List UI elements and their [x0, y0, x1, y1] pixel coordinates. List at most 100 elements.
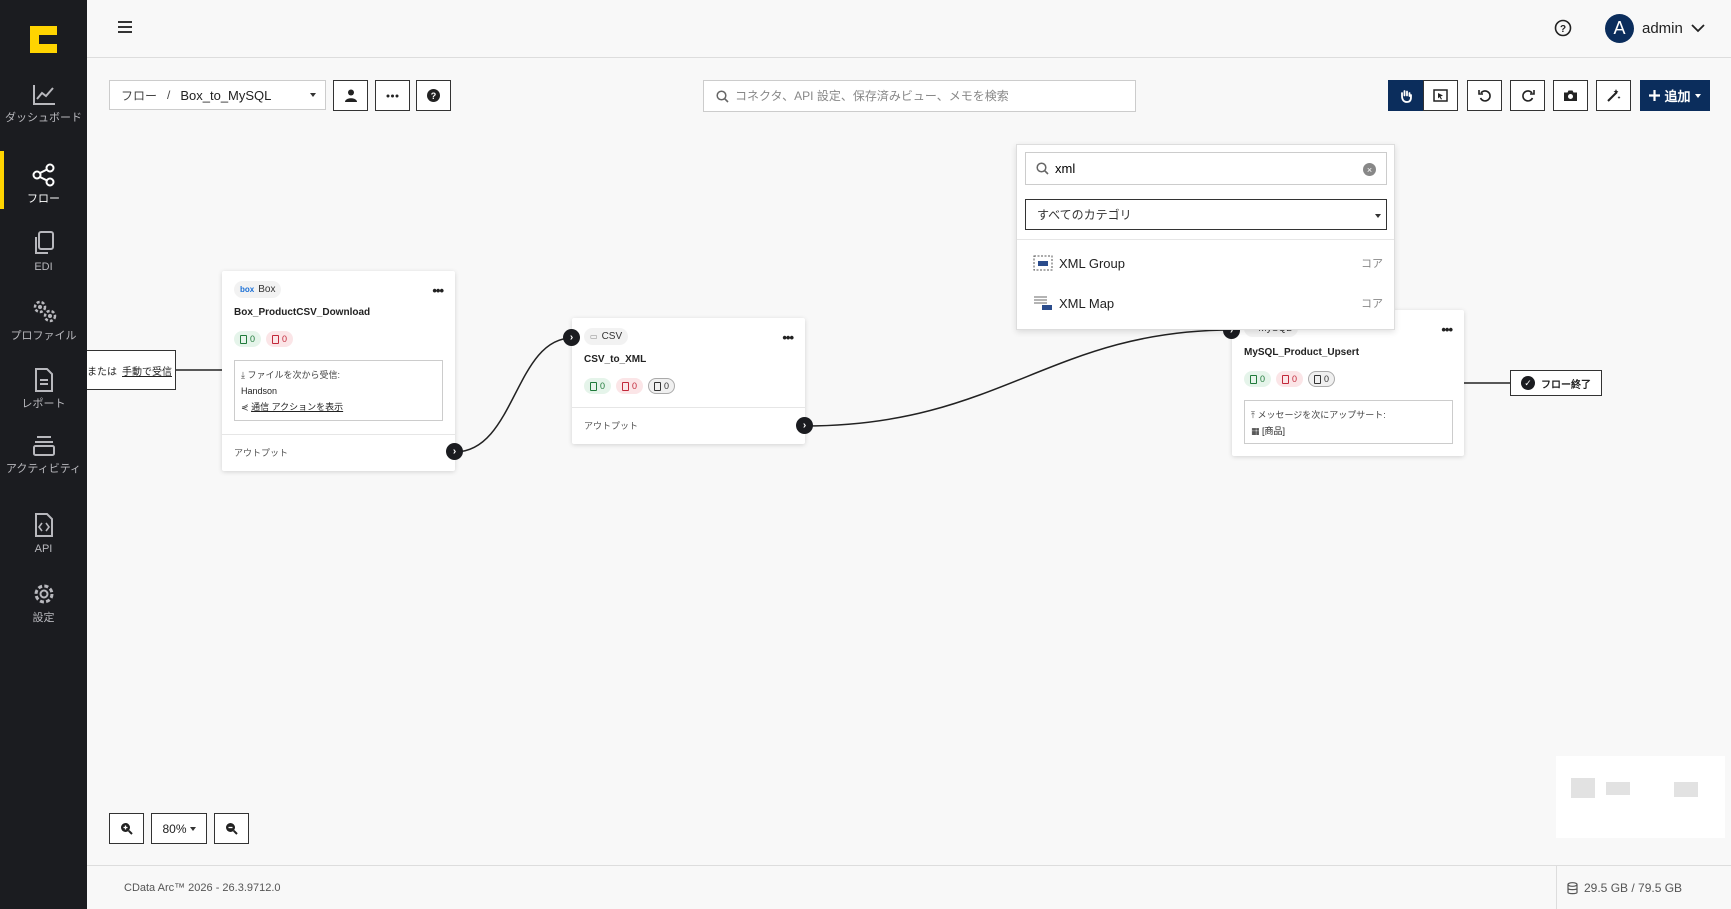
- connector-search-dropdown: × すべてのカテゴリ XML Group コア XML Map コア: [1016, 144, 1395, 330]
- share-nodes-icon: [32, 163, 54, 187]
- select-mode-button[interactable]: [1423, 80, 1458, 111]
- redo-button[interactable]: [1510, 80, 1545, 111]
- zoom-in-button[interactable]: [109, 813, 144, 844]
- zoom-out-button[interactable]: [214, 813, 249, 844]
- node-title: CSV_to_XML: [584, 354, 647, 365]
- category-select-value: すべてのカテゴリ: [1037, 208, 1132, 222]
- flow-search-box: [703, 80, 1136, 112]
- sidebar-item-flow[interactable]: フロー: [0, 151, 87, 209]
- output-port-icon[interactable]: ›: [446, 443, 463, 460]
- avatar: A: [1605, 14, 1634, 43]
- info-line-2: Handson: [241, 386, 278, 396]
- success-count-badge[interactable]: 0: [584, 378, 611, 394]
- output-label: アウトプット: [234, 448, 289, 458]
- error-count-badge[interactable]: 0: [266, 331, 293, 347]
- flow-end-label: フロー終了: [1541, 379, 1591, 391]
- gears-icon: [33, 300, 56, 323]
- upload-icon-line: ⤒ メッセージを次にアップサート:: [1251, 410, 1386, 420]
- undo-button[interactable]: [1467, 80, 1502, 111]
- flow-breadcrumb-select[interactable]: フロー / Box_to_MySQL: [109, 80, 326, 110]
- sidebar: ダッシュボード フロー EDI プロファイル レポート アクティビティ API …: [0, 0, 87, 909]
- more-options-button[interactable]: [375, 80, 410, 111]
- connector-node-csv[interactable]: ▭ CSV ••• CSV_to_XML 0 0 0 アウトプット › ›: [563, 318, 813, 444]
- help-icon[interactable]: ?: [1554, 19, 1572, 37]
- caret-down-icon: [1694, 93, 1701, 98]
- pending-count-badge[interactable]: 0: [1308, 371, 1336, 387]
- category-select[interactable]: すべてのカテゴリ: [1025, 199, 1387, 230]
- node-status-badges: 0 0 0: [1244, 371, 1336, 387]
- zoom-level-value: 80%: [162, 821, 187, 836]
- auto-arrange-button[interactable]: [1596, 80, 1631, 111]
- node-info-box: ⤓ ファイルを次から受信: Handson ⋞ 通信 アクションを表示: [234, 360, 443, 421]
- pending-count-badge[interactable]: 0: [648, 378, 676, 394]
- sidebar-item-activity[interactable]: アクティビティ: [0, 435, 87, 475]
- error-count-badge[interactable]: 0: [1276, 371, 1303, 387]
- flow-owner-button[interactable]: [333, 80, 368, 111]
- search-input[interactable]: [735, 89, 1125, 103]
- connector-search-box: ×: [1025, 152, 1387, 185]
- sidebar-item-api[interactable]: API: [0, 513, 87, 555]
- zoom-in-icon: [121, 823, 133, 835]
- box-logo-icon: box: [240, 285, 255, 294]
- sidebar-item-edi[interactable]: EDI: [0, 231, 87, 273]
- cdata-logo[interactable]: [30, 26, 57, 53]
- clear-search-icon[interactable]: ×: [1363, 163, 1376, 176]
- user-menu[interactable]: A admin: [1605, 14, 1705, 43]
- sidebar-item-profile[interactable]: プロファイル: [0, 298, 87, 342]
- manual-receive-link[interactable]: 手動で受信: [122, 363, 172, 378]
- sidebar-item-label: フロー: [27, 193, 60, 205]
- result-item-xml-map[interactable]: XML Map コア: [1033, 289, 1383, 317]
- hand-icon: [1400, 89, 1412, 103]
- error-count-badge[interactable]: 0: [616, 378, 643, 394]
- result-name: XML Map: [1059, 295, 1115, 311]
- flow-help-button[interactable]: ?: [416, 80, 451, 111]
- connector-type-label: Box: [258, 284, 276, 295]
- question-circle-icon: ?: [427, 89, 440, 102]
- sidebar-item-report[interactable]: レポート: [0, 368, 87, 410]
- connector-type-chip: box Box: [234, 281, 282, 298]
- node-menu-icon[interactable]: •••: [782, 330, 794, 345]
- minimap-node: [1606, 782, 1630, 795]
- result-item-xml-group[interactable]: XML Group コア: [1033, 249, 1383, 277]
- view-actions-row: ⋞ 通信 アクションを表示: [241, 399, 436, 415]
- plus-icon: [1649, 90, 1661, 101]
- node-title: MySQL_Product_Upsert: [1244, 347, 1360, 358]
- flow-end-node[interactable]: ✓ フロー終了: [1510, 370, 1602, 396]
- success-count-badge[interactable]: 0: [234, 331, 261, 347]
- check-circle-icon: ✓: [1521, 376, 1535, 390]
- sidebar-item-settings[interactable]: 設定: [0, 582, 87, 624]
- input-port-icon[interactable]: ›: [563, 329, 580, 346]
- search-icon: [716, 89, 729, 103]
- node-menu-icon[interactable]: •••: [432, 283, 444, 298]
- view-actions-link[interactable]: 通信 アクションを表示: [251, 402, 343, 412]
- add-button-label: 追加: [1664, 89, 1691, 104]
- pan-mode-button[interactable]: [1388, 80, 1423, 111]
- redo-icon: [1521, 89, 1535, 102]
- sidebar-item-label: 設定: [32, 612, 55, 624]
- sidebar-item-label: API: [34, 543, 53, 555]
- storage-text: 29.5 GB / 79.5 GB: [1584, 881, 1683, 895]
- camera-icon: [1564, 90, 1577, 101]
- connector-node-box[interactable]: box Box ••• Box_ProductCSV_Download 0 0 …: [222, 271, 463, 471]
- caret-down-icon: [1375, 214, 1381, 218]
- zoom-level-select[interactable]: 80%: [151, 813, 207, 844]
- hamburger-menu-icon[interactable]: [117, 20, 133, 34]
- output-port-icon[interactable]: ›: [796, 417, 813, 434]
- node-menu-icon[interactable]: •••: [1441, 322, 1453, 337]
- chart-line-icon: [32, 85, 55, 105]
- canvas-minimap[interactable]: [1556, 756, 1725, 838]
- connector-node-mysql[interactable]: ≈ MySQL ••• MySQL_Product_Upsert 0 0 0 ⤒…: [1223, 310, 1464, 456]
- gear-icon: [34, 584, 53, 604]
- sidebar-item-dashboard[interactable]: ダッシュボード: [0, 84, 87, 124]
- node-title: Box_ProductCSV_Download: [234, 307, 371, 318]
- sidebar-item-label: EDI: [34, 261, 53, 273]
- add-connector-button[interactable]: 追加: [1640, 80, 1710, 111]
- success-count-badge[interactable]: 0: [1244, 371, 1271, 387]
- snapshot-button[interactable]: [1553, 80, 1588, 111]
- connector-search-input[interactable]: [1055, 161, 1355, 176]
- node-output-row: アウトプット: [572, 407, 805, 444]
- info-line-1: メッセージを次にアップサート:: [1257, 410, 1386, 420]
- xml-map-icon: [1034, 296, 1052, 310]
- minimap-node: [1571, 778, 1595, 798]
- csv-logo-icon: ▭: [590, 332, 598, 341]
